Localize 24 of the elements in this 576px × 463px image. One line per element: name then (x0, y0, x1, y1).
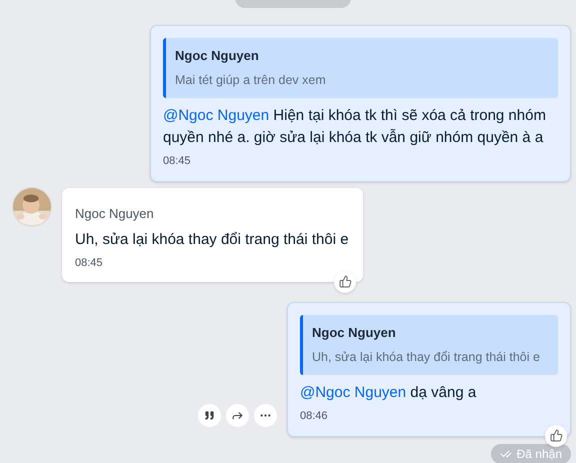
mention-link[interactable]: @Ngoc Nguyen (163, 107, 270, 124)
thumbs-up-icon (338, 275, 352, 288)
message-time: 08:46 (300, 408, 329, 422)
message-text: @Ngoc Nguyen dạ vâng a (300, 382, 478, 402)
status-text: Đã nhận (516, 446, 562, 462)
quote-button[interactable] (198, 404, 221, 426)
mention-link[interactable]: @Ngoc Nguyen (300, 384, 406, 400)
forward-button[interactable] (226, 404, 249, 426)
quote-text: Mai tét giúp a trên dev xem (175, 72, 327, 89)
quoted-message[interactable]: Ngoc Nguyen Mai tét giúp a trên dev xem (163, 38, 558, 98)
like-button[interactable] (545, 424, 567, 446)
quoted-message[interactable]: Ngoc Nguyen Uh, sửa lại khóa thay đổi trang thái thôi e (300, 314, 558, 374)
message-time: 08:45 (163, 154, 192, 168)
message-text: @Ngoc Nguyen Hiện tại khóa tk thì sẽ xóa cả trong nhóm quyền nhé a. giờ sửa lại khóa tk vẫn giữ nhóm quyền à a (163, 106, 547, 148)
quote-text: Uh, sửa lại khóa thay đổi trang thái thôi e (312, 348, 541, 366)
sender-name: Ngoc Nguyen (75, 205, 155, 223)
thumbs-up-icon (550, 429, 562, 442)
double-check-icon (500, 448, 512, 460)
message-time: 08:45 (75, 256, 104, 270)
quote-icon (204, 410, 215, 420)
quote-author: Ngoc Nguyen (312, 324, 397, 342)
quote-author: Ngoc Nguyen (175, 47, 260, 65)
message-text: Uh, sửa lại khóa thay đổi trang thái thôi e (75, 230, 350, 250)
like-button[interactable] (334, 270, 356, 292)
